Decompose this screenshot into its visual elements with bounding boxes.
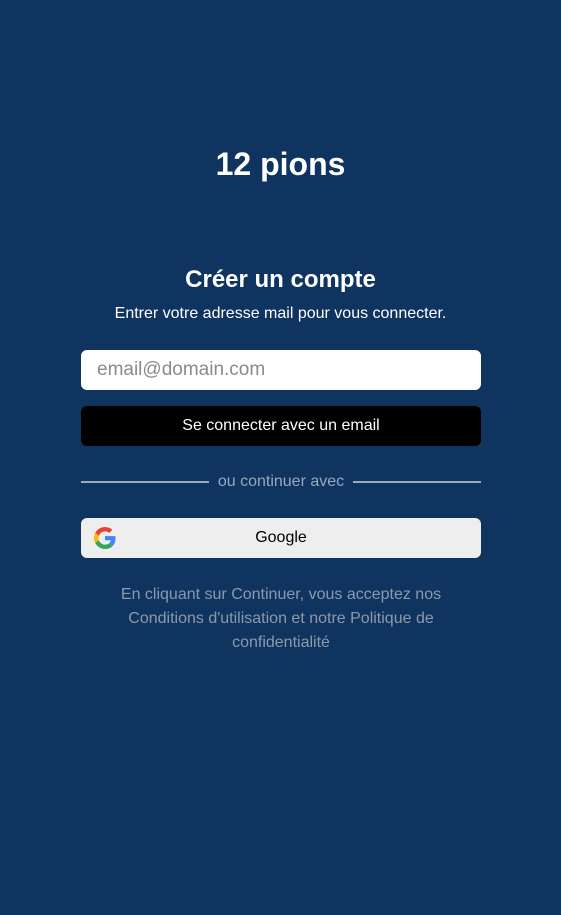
divider-line-left bbox=[81, 481, 209, 483]
divider-line-right bbox=[353, 481, 481, 483]
email-signin-button[interactable]: Se connecter avec un email bbox=[81, 406, 481, 446]
email-input[interactable] bbox=[81, 350, 481, 390]
signup-subheading: Entrer votre adresse mail pour vous conn… bbox=[114, 305, 447, 322]
legal-notice: En cliquant sur Continuer, vous acceptez… bbox=[120, 586, 442, 651]
google-icon bbox=[94, 527, 116, 549]
google-signin-button[interactable]: Google bbox=[81, 518, 481, 558]
divider: ou continuer avec bbox=[81, 471, 481, 493]
google-button-label: Google bbox=[255, 529, 307, 546]
signup-heading: Créer un compte bbox=[185, 266, 376, 293]
divider-text: ou continuer avec bbox=[217, 473, 345, 490]
app-title: 12 pions bbox=[215, 146, 346, 182]
